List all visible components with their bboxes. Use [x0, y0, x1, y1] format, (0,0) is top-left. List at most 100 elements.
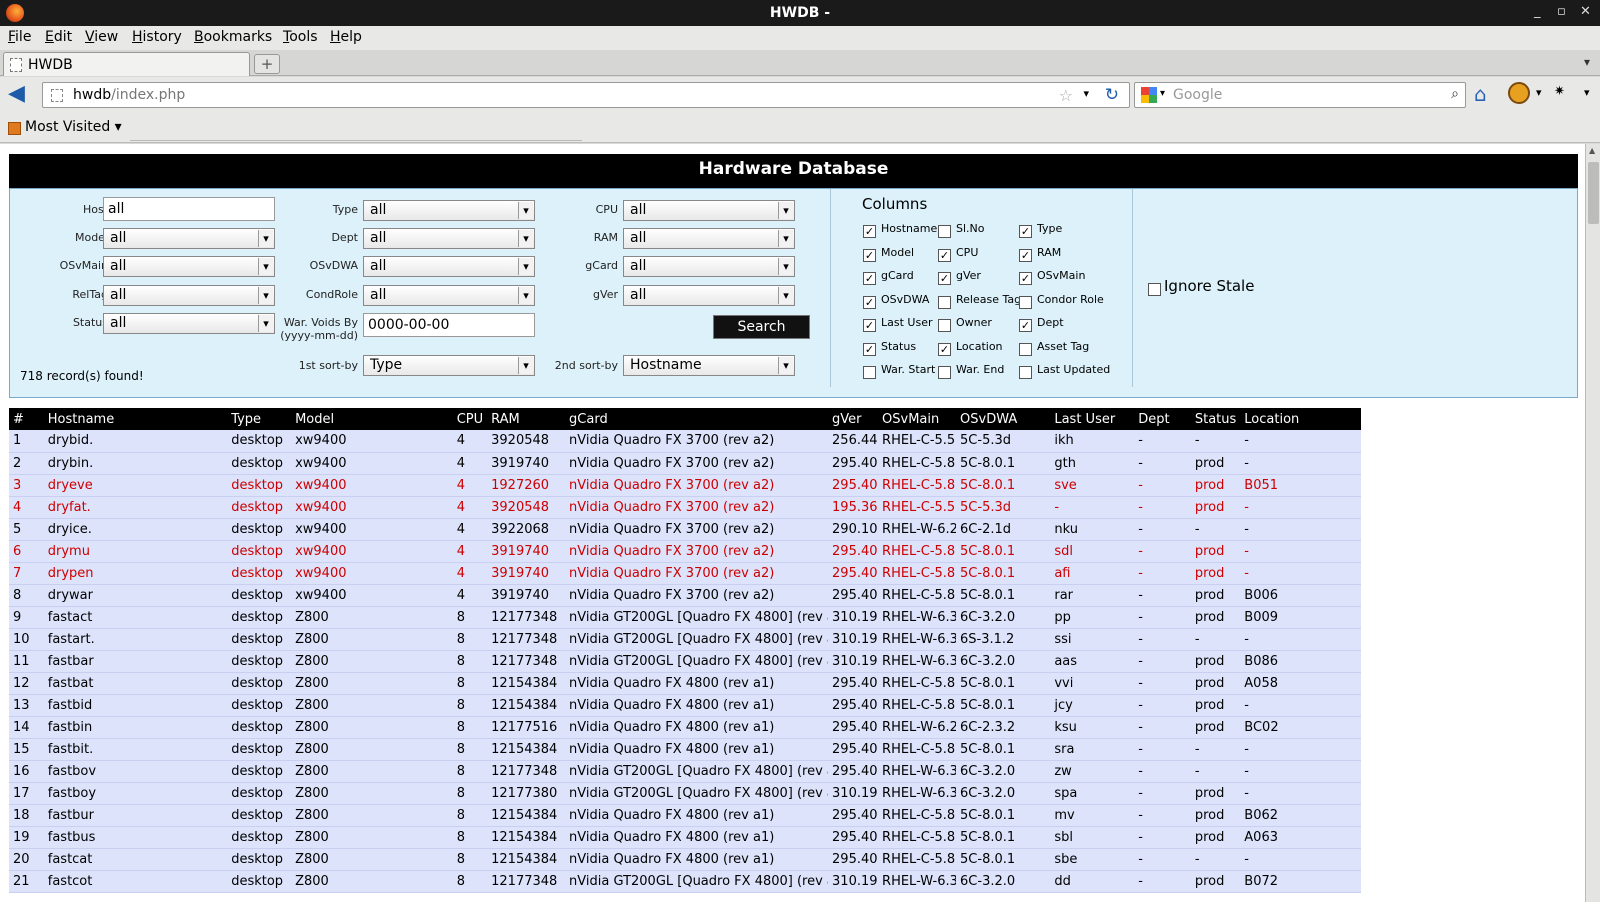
table-row[interactable]: 6 drymu desktop xw9400 4 3919740 nVidia Quadro…: [9, 540, 1361, 563]
type-select[interactable]: all: [363, 200, 535, 221]
back-icon[interactable]: ◀: [8, 83, 25, 105]
table-row[interactable]: 10 fastart. desktop Z800 8 12177348 nVidia GT2…: [9, 628, 1361, 651]
ram-select[interactable]: all: [623, 228, 795, 249]
model-select[interactable]: all: [103, 228, 275, 249]
column-checkbox[interactable]: ✓: [1019, 248, 1032, 262]
scrollbar-thumb[interactable]: [1588, 162, 1599, 224]
status-select[interactable]: all: [103, 313, 275, 334]
column-checkbox[interactable]: ✓: [863, 248, 876, 262]
column-header[interactable]: Last User: [1050, 408, 1135, 430]
table-row[interactable]: 17 fastboy desktop Z800 8 12177380 nVidia GT20…: [9, 782, 1361, 805]
table-row[interactable]: 16 fastbov desktop Z800 8 12177348 nVidia GT20…: [9, 760, 1361, 783]
column-checkbox[interactable]: ✓: [938, 272, 951, 285]
column-checkbox[interactable]: ✓: [938, 248, 951, 262]
sort1-select[interactable]: Type: [363, 355, 535, 376]
table-row[interactable]: 18 fastbur desktop Z800 8 12154384 nVidia Quad…: [9, 804, 1361, 827]
menu-history[interactable]: History: [132, 29, 182, 45]
dept-select[interactable]: all: [363, 228, 535, 249]
column-header[interactable]: Location: [1240, 408, 1361, 430]
column-header[interactable]: gVer: [828, 408, 879, 430]
column-header[interactable]: OSvMain: [878, 408, 957, 430]
column-header[interactable]: gCard: [565, 408, 829, 430]
column-checkbox[interactable]: ✓: [863, 225, 876, 238]
column-checkbox[interactable]: [1019, 366, 1032, 379]
table-row[interactable]: 12 fastbat desktop Z800 8 12154384 nVidia Quad…: [9, 672, 1361, 695]
vertical-scrollbar[interactable]: ▲: [1585, 144, 1600, 902]
column-header[interactable]: Model: [291, 408, 453, 430]
table-row[interactable]: 7 drypen desktop xw9400 4 3919740 nVidia Quadr…: [9, 562, 1361, 585]
table-row[interactable]: 4 dryfat. desktop xw9400 4 3920548 nVidia Quad…: [9, 496, 1361, 519]
search-input[interactable]: Google: [1173, 87, 1222, 103]
bookmark-star-icon[interactable]: ☆: [1059, 86, 1073, 105]
bug-dropdown-icon[interactable]: ▾: [1584, 86, 1590, 99]
menu-edit[interactable]: Edit: [45, 29, 72, 45]
home-icon[interactable]: ⌂: [1474, 82, 1487, 106]
gver-select[interactable]: all: [623, 285, 795, 306]
google-icon[interactable]: [1141, 87, 1157, 103]
maximize-icon[interactable]: ▫: [1557, 4, 1566, 19]
url-text[interactable]: hwdb/index.php: [73, 87, 185, 103]
osvdwa-select[interactable]: all: [363, 256, 535, 277]
search-bar[interactable]: ▾ Google ⌕: [1134, 82, 1466, 108]
menu-help[interactable]: Help: [330, 29, 362, 45]
greasemonkey-icon[interactable]: [1508, 82, 1530, 104]
column-checkbox[interactable]: [1019, 342, 1032, 356]
menu-view[interactable]: View: [85, 29, 118, 45]
column-checkbox[interactable]: ✓: [1019, 319, 1032, 332]
table-row[interactable]: 13 fastbid desktop Z800 8 12154384 nVidia Quad…: [9, 694, 1361, 717]
tab-hwdb[interactable]: HWDB: [3, 52, 250, 76]
host-input[interactable]: all: [103, 197, 275, 221]
warvoids-input[interactable]: 0000-00-00: [363, 313, 535, 337]
column-checkbox[interactable]: [938, 319, 951, 332]
menu-file[interactable]: File: [8, 29, 31, 45]
table-row[interactable]: 2 drybin. desktop xw9400 4 3919740 nVidia Quad…: [9, 452, 1361, 475]
table-row[interactable]: 14 fastbin desktop Z800 8 12177516 nVidia Quad…: [9, 716, 1361, 739]
column-header[interactable]: Hostname: [43, 408, 228, 430]
most-visited-folder[interactable]: Most Visited ▾: [25, 119, 122, 135]
table-row[interactable]: 20 fastcat desktop Z800 8 12154384 nVidia Quad…: [9, 848, 1361, 871]
bug-icon[interactable]: ✷: [1554, 84, 1565, 99]
sort2-select[interactable]: Hostname: [623, 355, 795, 376]
condrole-select[interactable]: all: [363, 285, 535, 306]
column-header[interactable]: Type: [227, 408, 292, 430]
column-header[interactable]: OSvDWA: [956, 408, 1051, 430]
column-header[interactable]: CPU: [452, 408, 488, 430]
close-icon[interactable]: ✕: [1580, 4, 1591, 19]
column-header[interactable]: Dept: [1134, 408, 1191, 430]
greasemonkey-dropdown-icon[interactable]: ▾: [1536, 86, 1542, 99]
table-row[interactable]: 8 drywar desktop xw9400 4 3919740 nVidia Quadr…: [9, 584, 1361, 607]
column-checkbox[interactable]: [863, 366, 876, 379]
column-header[interactable]: Status: [1190, 408, 1241, 430]
column-checkbox[interactable]: [938, 225, 951, 238]
column-checkbox[interactable]: ✓: [1019, 225, 1032, 238]
osvmain-select[interactable]: all: [103, 256, 275, 277]
table-row[interactable]: 3 dryeve desktop xw9400 4 1927260 nVidia Quadr…: [9, 474, 1361, 497]
column-header[interactable]: #: [9, 408, 44, 430]
column-checkbox[interactable]: ✓: [863, 295, 876, 309]
column-checkbox[interactable]: [938, 366, 951, 379]
url-bar[interactable]: hwdb/index.php ☆ ▾ ↻: [42, 82, 1130, 108]
url-history-dropdown-icon[interactable]: ▾: [1083, 87, 1089, 100]
column-checkbox[interactable]: ✓: [938, 342, 951, 356]
table-row[interactable]: 19 fastbus desktop Z800 8 12154384 nVidia Quad…: [9, 826, 1361, 849]
column-checkbox[interactable]: [1019, 295, 1032, 309]
column-checkbox[interactable]: ✓: [1019, 272, 1032, 285]
table-row[interactable]: 9 fastact desktop Z800 8 12177348 nVidia GT200…: [9, 606, 1361, 629]
new-tab-button[interactable]: +: [254, 54, 280, 74]
search-engine-dropdown-icon[interactable]: ▾: [1160, 88, 1165, 99]
ignore-stale-checkbox[interactable]: [1148, 283, 1161, 296]
list-all-tabs-icon[interactable]: ▾: [1584, 55, 1590, 69]
reltag-select[interactable]: all: [103, 285, 275, 306]
column-header[interactable]: RAM: [487, 408, 566, 430]
gcard-select[interactable]: all: [623, 256, 795, 277]
scroll-up-icon[interactable]: ▲: [1589, 146, 1595, 155]
table-row[interactable]: 5 dryice. desktop xw9400 4 3922068 nVidia Quad…: [9, 518, 1361, 541]
binoculars-icon[interactable]: ⌕: [1451, 86, 1459, 102]
reload-icon[interactable]: ↻: [1105, 85, 1119, 105]
search-button[interactable]: Search: [713, 315, 810, 339]
table-row[interactable]: 21 fastcot desktop Z800 8 12177348 nVidia GT20…: [9, 870, 1361, 893]
menu-tools[interactable]: Tools: [283, 29, 318, 45]
table-row[interactable]: 1 drybid. desktop xw9400 4 3920548 nVidia Quad…: [9, 430, 1361, 453]
column-checkbox[interactable]: ✓: [863, 319, 876, 332]
cpu-select[interactable]: all: [623, 200, 795, 221]
